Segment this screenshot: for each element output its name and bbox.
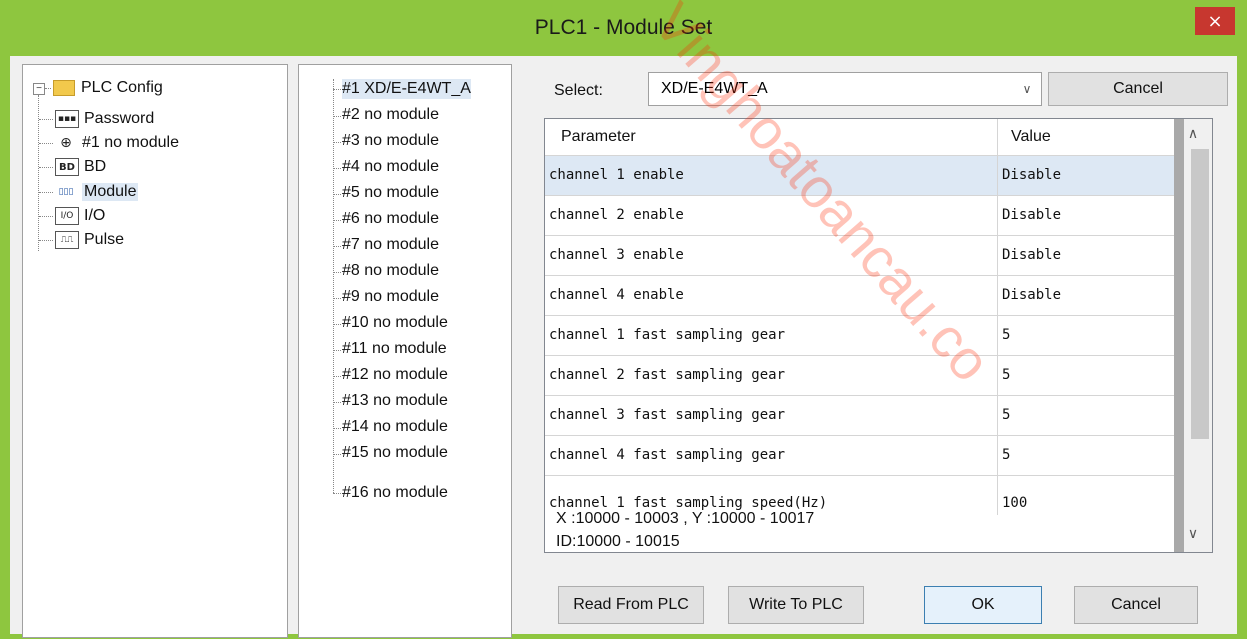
value-cell[interactable]: Disable (1002, 156, 1172, 195)
header-value[interactable]: Value (1011, 119, 1051, 155)
grid-vertical-scrollbar[interactable]: ∧ ∨ (1174, 119, 1212, 552)
cancel-button[interactable]: Cancel (1074, 586, 1198, 624)
value-cell[interactable]: 100 (1002, 484, 1172, 523)
address-range-text: X :10000 - 10003 , Y :10000 - 10017 (556, 510, 815, 527)
module-slot-14[interactable]: #14 no module (342, 417, 448, 437)
window-title: PLC1 - Module Set (534, 16, 713, 39)
tree-item-no-module[interactable]: ⊕ #1 no module (55, 132, 179, 154)
module-slot-16[interactable]: #16 no module (342, 483, 448, 503)
bd-icon: BD (55, 158, 79, 176)
module-icon: ▯▯▯ (55, 184, 77, 200)
module-slot-6[interactable]: #6 no module (342, 209, 439, 229)
button-label: Read From PLC (573, 596, 689, 613)
write-to-plc-button[interactable]: Write To PLC (728, 586, 864, 624)
value-cell[interactable]: 5 (1002, 396, 1172, 435)
ok-button[interactable]: OK (924, 586, 1042, 624)
module-set-window: PLC1 - Module Set × − PLC Config ▪▪▪ Pas… (0, 0, 1247, 639)
param-cell: channel 2 enable (549, 207, 684, 223)
module-slot-3[interactable]: #3 no module (342, 131, 439, 151)
collapse-toggle-icon[interactable]: − (33, 83, 45, 95)
module-slot-11[interactable]: #11 no module (342, 339, 447, 359)
io-icon: I/O (55, 207, 79, 225)
tree-item-pulse[interactable]: ⎍⎍ Pulse (55, 229, 124, 251)
value-cell[interactable]: 5 (1002, 316, 1172, 355)
module-slot-4[interactable]: #4 no module (342, 157, 439, 177)
param-cell: channel 2 fast sampling gear (549, 367, 786, 383)
tree-item-label: Module (82, 183, 139, 201)
tree-item-label: BD (84, 158, 107, 175)
tree-item-label: #1 no module (82, 134, 179, 151)
close-icon: × (1207, 10, 1223, 32)
module-slot-5[interactable]: #5 no module (342, 183, 439, 203)
id-range-text: ID:10000 - 10015 (556, 533, 680, 550)
grid-row[interactable]: channel 4 enable Disable (545, 276, 1174, 316)
read-from-plc-button[interactable]: Read From PLC (558, 586, 704, 624)
tree-item-bd[interactable]: BD BD (55, 156, 106, 178)
value-cell[interactable]: Disable (1002, 196, 1172, 235)
module-slot-10[interactable]: #10 no module (342, 313, 448, 333)
module-slot-list: #1 XD/E-E4WT_A #2 no module #3 no module… (298, 64, 512, 638)
module-slot-12[interactable]: #12 no module (342, 365, 448, 385)
module-gear-icon: ⊕ (55, 135, 77, 151)
folder-icon (53, 80, 75, 96)
value-cell[interactable]: 5 (1002, 436, 1172, 475)
param-cell: channel 4 enable (549, 287, 684, 303)
grid-row[interactable]: channel 2 enable Disable (545, 196, 1174, 236)
module-slot-1[interactable]: #1 XD/E-E4WT_A (342, 79, 471, 99)
module-type-dropdown[interactable]: XD/E-E4WT_A ∨ (648, 72, 1042, 106)
button-label: Write To PLC (749, 596, 843, 613)
password-icon: ▪▪▪ (55, 110, 79, 128)
tree-item-module[interactable]: ▯▯▯ Module (55, 181, 139, 203)
grid-row[interactable]: channel 3 enable Disable (545, 236, 1174, 276)
module-slot-13[interactable]: #13 no module (342, 391, 448, 411)
button-label: OK (971, 596, 995, 613)
module-slot-2[interactable]: #2 no module (342, 105, 439, 125)
module-slot-7[interactable]: #7 no module (342, 235, 439, 255)
parameter-grid: Parameter Value channel 1 enable Disable… (544, 118, 1213, 553)
scrollbar-thumb[interactable] (1191, 149, 1209, 439)
grid-header: Parameter Value (545, 119, 1174, 156)
select-label: Select: (554, 82, 603, 99)
grid-row[interactable]: channel 2 fast sampling gear 5 (545, 356, 1174, 396)
module-slot-9[interactable]: #9 no module (342, 287, 439, 307)
grid-row[interactable]: channel 1 fast sampling gear 5 (545, 316, 1174, 356)
param-cell: channel 1 fast sampling gear (549, 327, 786, 343)
module-slot-8[interactable]: #8 no module (342, 261, 439, 281)
button-label: Cancel (1111, 596, 1161, 613)
tree-item-label: I/O (84, 207, 106, 224)
tree-item-label: Password (84, 110, 155, 127)
grid-row[interactable]: channel 1 enable Disable (545, 156, 1174, 196)
param-cell: channel 4 fast sampling gear (549, 447, 786, 463)
title-bar: PLC1 - Module Set × (0, 0, 1247, 56)
tree-item-io[interactable]: I/O I/O (55, 205, 105, 227)
header-parameter[interactable]: Parameter (561, 119, 636, 155)
button-label: Cancel (1113, 80, 1163, 97)
tree-item-label: Pulse (84, 231, 125, 248)
pulse-icon: ⎍⎍ (55, 231, 79, 249)
select-cancel-button[interactable]: Cancel (1048, 72, 1228, 106)
scroll-down-icon[interactable]: ∨ (1174, 519, 1212, 549)
param-cell: channel 3 fast sampling gear (549, 407, 786, 423)
value-cell[interactable]: Disable (1002, 236, 1172, 275)
scroll-up-icon[interactable]: ∧ (1174, 119, 1212, 149)
close-button[interactable]: × (1195, 7, 1235, 35)
tree-root-plc-config[interactable]: PLC Config (53, 77, 163, 99)
config-tree: − PLC Config ▪▪▪ Password ⊕ #1 no module… (22, 64, 288, 638)
value-cell[interactable]: Disable (1002, 276, 1172, 315)
dialog-body: − PLC Config ▪▪▪ Password ⊕ #1 no module… (10, 56, 1237, 638)
value-cell[interactable]: 5 (1002, 356, 1172, 395)
tree-root-label: PLC Config (81, 79, 163, 96)
param-cell: channel 1 enable (549, 167, 684, 183)
tree-item-password[interactable]: ▪▪▪ Password (55, 108, 154, 130)
grid-row[interactable]: channel 3 fast sampling gear 5 (545, 396, 1174, 436)
dropdown-value: XD/E-E4WT_A (661, 80, 768, 97)
module-slot-15[interactable]: #15 no module (342, 443, 448, 463)
param-cell: channel 3 enable (549, 247, 684, 263)
grid-row[interactable]: channel 4 fast sampling gear 5 (545, 436, 1174, 476)
chevron-down-icon: ∨ (1022, 82, 1032, 96)
